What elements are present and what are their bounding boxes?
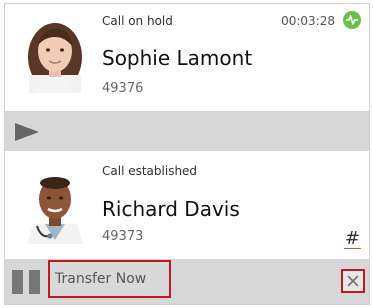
play-icon[interactable]	[13, 123, 41, 145]
hold-controls-bar	[5, 111, 369, 151]
pause-icon[interactable]	[12, 270, 42, 294]
caller-name: Sophie Lamont	[102, 46, 253, 70]
avatar-sophie	[19, 15, 91, 93]
call-panel: Call on hold 00:03:28 Sophie Lamont 4937…	[4, 3, 370, 305]
caller-name: Richard Davis	[102, 197, 240, 221]
caller-extension: 49373	[102, 229, 144, 244]
call-status: Call on hold	[102, 14, 173, 28]
avatar-richard	[19, 166, 91, 244]
keypad-button[interactable]: #	[343, 230, 361, 249]
transfer-now-button[interactable]: Transfer Now	[48, 260, 171, 298]
close-icon[interactable]	[341, 269, 365, 293]
phone-active-icon	[343, 11, 361, 29]
caller-extension: 49376	[102, 81, 144, 96]
active-call-card[interactable]: Call established Richard Davis 49373 #	[5, 152, 369, 258]
held-call-card[interactable]: Call on hold 00:03:28 Sophie Lamont 4937…	[5, 4, 369, 110]
call-status: Call established	[102, 164, 198, 178]
call-actions-bar: Transfer Now	[5, 259, 369, 304]
call-timer: 00:03:28	[281, 14, 335, 28]
